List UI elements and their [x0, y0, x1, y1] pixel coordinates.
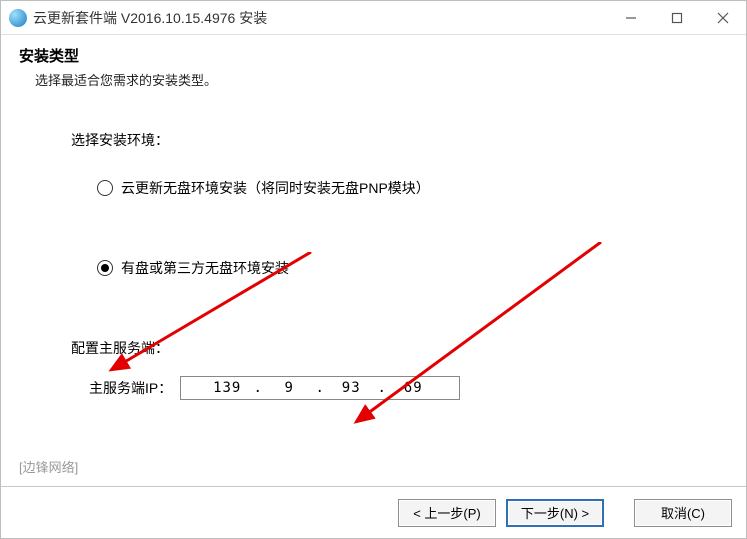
brand-label: [边锋网络] — [19, 457, 78, 476]
installer-window: 云更新套件端 V2016.10.15.4976 安装 安装类型 选择最适合您需求… — [0, 0, 747, 539]
page-title: 安装类型 — [19, 45, 728, 66]
page-subtitle: 选择最适合您需求的安装类型。 — [35, 70, 728, 89]
ip-octet-4[interactable]: 69 — [391, 380, 435, 396]
titlebar: 云更新套件端 V2016.10.15.4976 安装 — [1, 1, 746, 35]
radio-icon — [97, 260, 113, 276]
radio-icon — [97, 180, 113, 196]
maximize-button[interactable] — [654, 1, 700, 34]
install-env-label: 选择安装环境： — [71, 130, 676, 150]
ip-octet-3[interactable]: 93 — [329, 380, 373, 396]
radio-option-disk[interactable]: 有盘或第三方无盘环境安装 — [97, 258, 676, 278]
ip-dot: . — [249, 380, 267, 396]
app-icon — [9, 9, 27, 27]
ip-octet-1[interactable]: 139 — [205, 380, 249, 396]
radio-label: 云更新无盘环境安装（将同时安装无盘PNP模块） — [121, 178, 430, 198]
window-controls — [608, 1, 746, 34]
radio-option-diskless[interactable]: 云更新无盘环境安装（将同时安装无盘PNP模块） — [97, 178, 676, 198]
minimize-button[interactable] — [608, 1, 654, 34]
page-header: 安装类型 选择最适合您需求的安装类型。 — [1, 35, 746, 102]
server-label: 配置主服务端： — [71, 338, 676, 358]
footer: < 上一步(P) 下一步(N) > 取消(C) — [1, 486, 746, 538]
ip-dot: . — [373, 380, 391, 396]
next-button[interactable]: 下一步(N) > — [506, 499, 604, 527]
cancel-button[interactable]: 取消(C) — [634, 499, 732, 527]
content-area: 选择安装环境： 云更新无盘环境安装（将同时安装无盘PNP模块） 有盘或第三方无盘… — [1, 102, 746, 486]
prev-button[interactable]: < 上一步(P) — [398, 499, 496, 527]
ip-input[interactable]: 139 . 9 . 93 . 69 — [180, 376, 460, 400]
window-title: 云更新套件端 V2016.10.15.4976 安装 — [33, 8, 608, 28]
radio-label: 有盘或第三方无盘环境安装 — [121, 258, 289, 278]
ip-row: 主服务端IP： 139 . 9 . 93 . 69 — [89, 376, 676, 400]
ip-octet-2[interactable]: 9 — [267, 380, 311, 396]
server-section: 配置主服务端： 主服务端IP： 139 . 9 . 93 . 69 — [71, 338, 676, 400]
ip-label: 主服务端IP： — [89, 378, 172, 398]
ip-dot: . — [311, 380, 329, 396]
close-button[interactable] — [700, 1, 746, 34]
